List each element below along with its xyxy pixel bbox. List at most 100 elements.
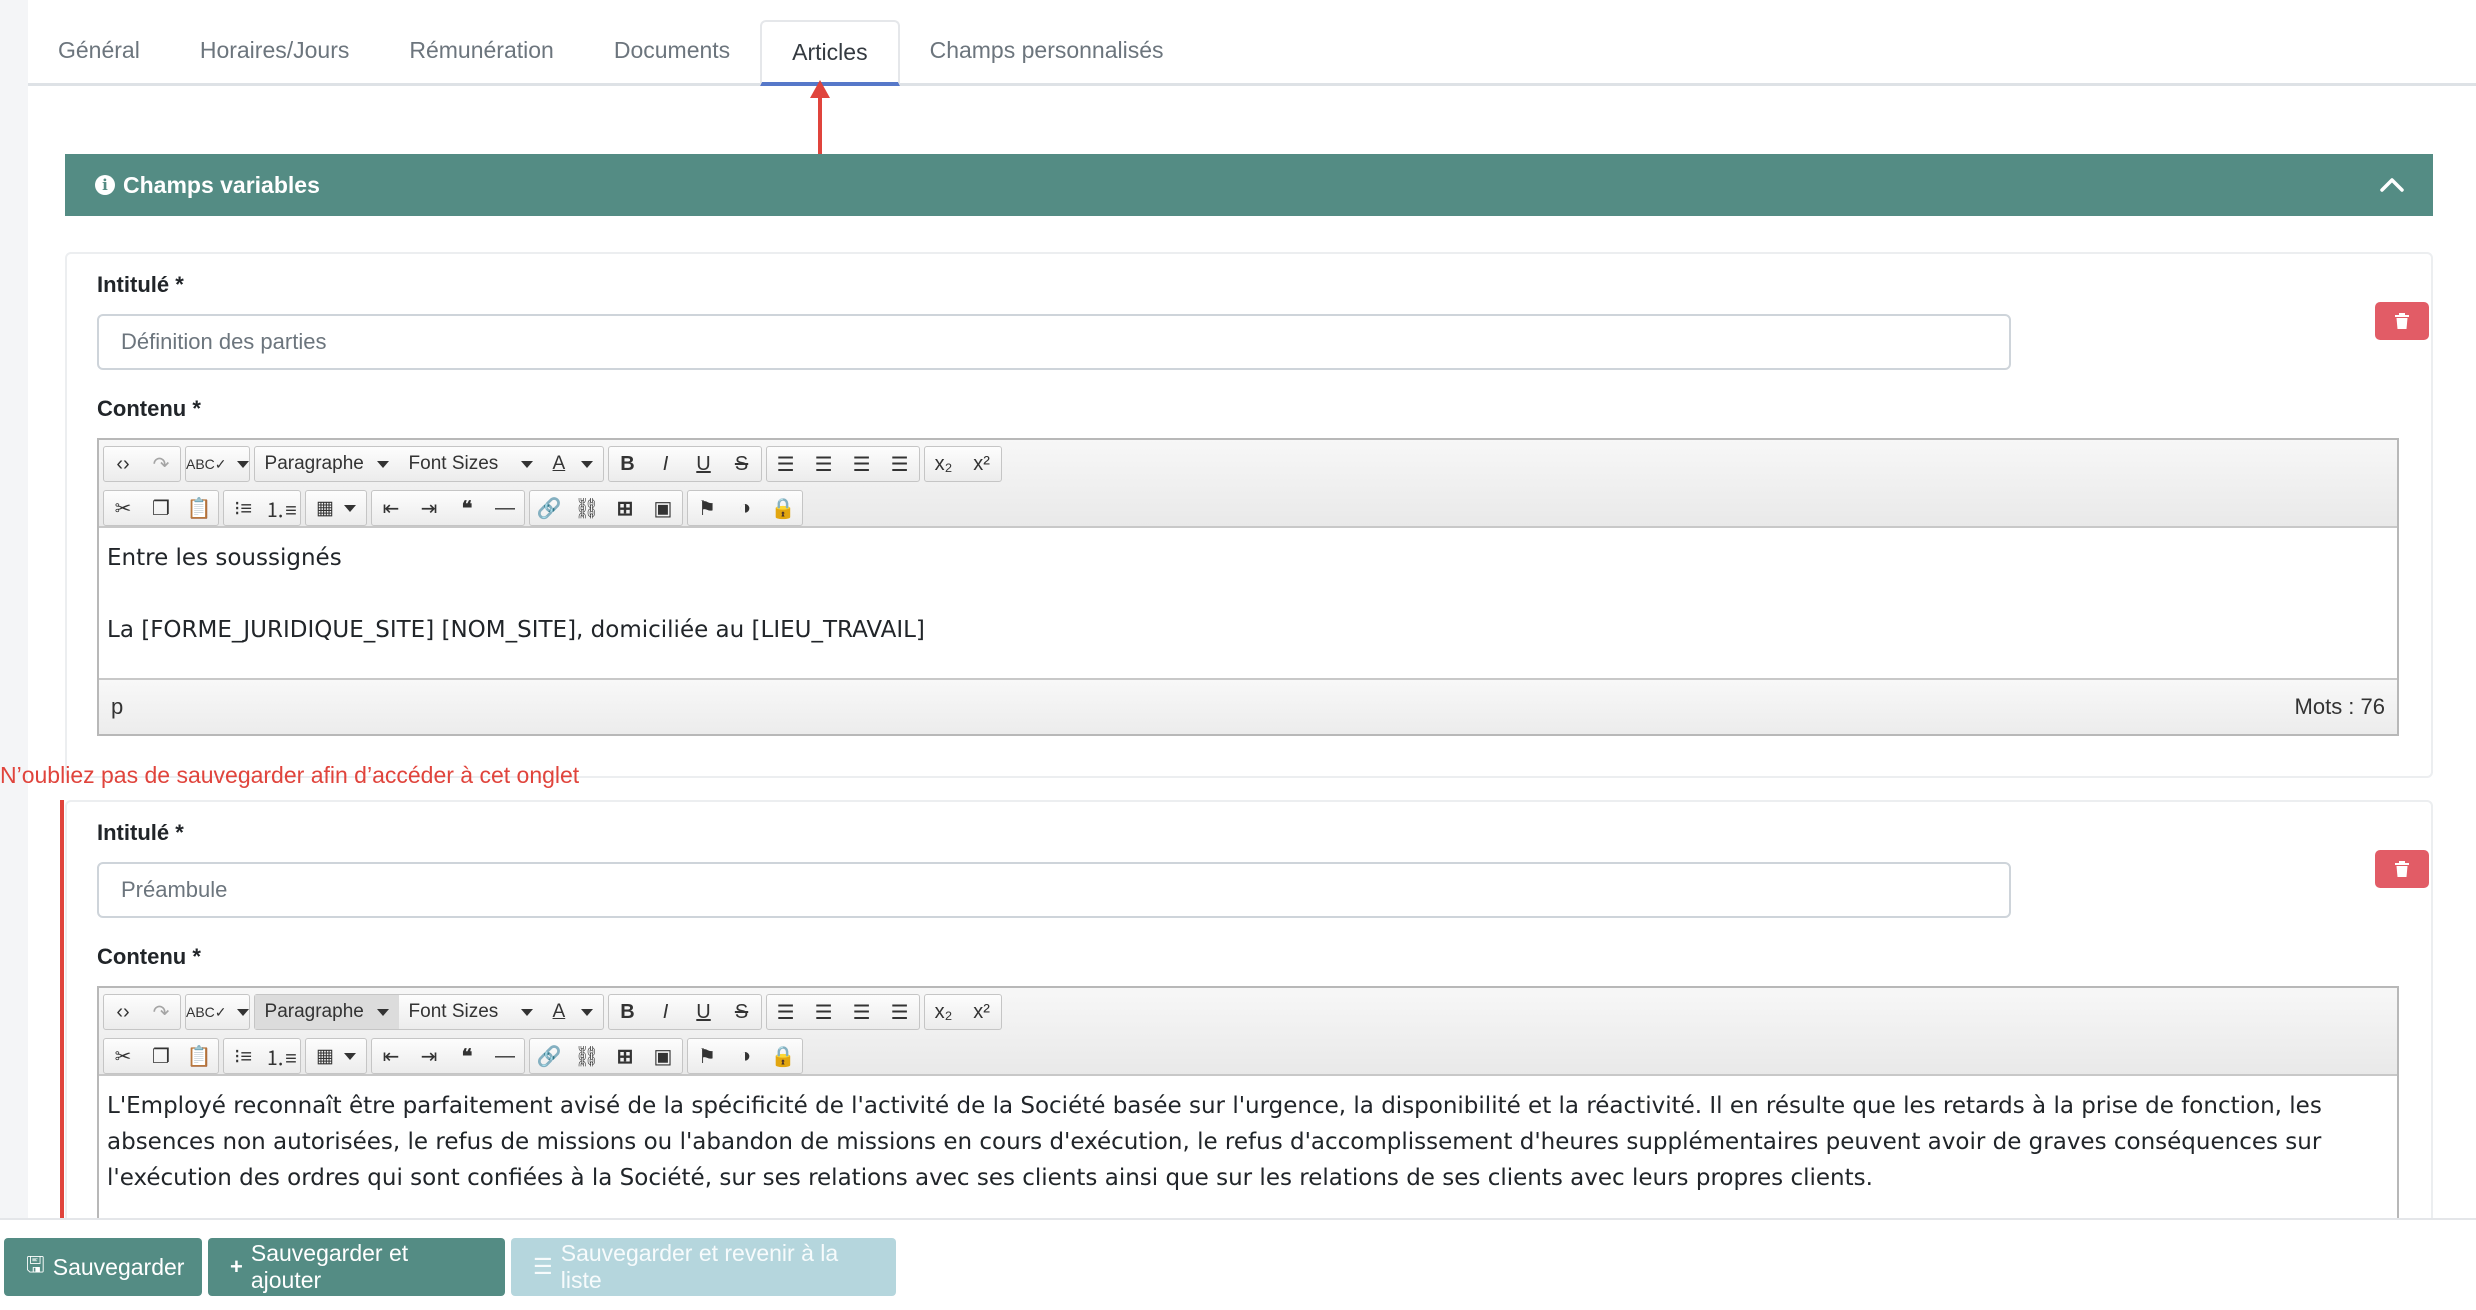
- cut-icon[interactable]: ✂: [104, 491, 142, 525]
- lock-icon[interactable]: 🔒: [764, 1039, 802, 1073]
- content-label: Contenu *: [97, 396, 201, 421]
- content-label: Contenu *: [97, 944, 201, 969]
- paste-icon[interactable]: 📋: [180, 491, 218, 525]
- trash-icon: [2395, 313, 2409, 329]
- paragraph: Entre les soussignés: [107, 545, 342, 571]
- bullet-list-icon[interactable]: ⁝≡: [224, 491, 262, 525]
- spellcheck-icon[interactable]: ABC✓: [186, 995, 249, 1029]
- link-icon[interactable]: 🔗: [530, 491, 568, 525]
- title-input-1[interactable]: [97, 314, 2011, 370]
- editor-statusbar: p Mots : 76: [99, 678, 2397, 734]
- chevron-up-icon[interactable]: [2379, 172, 2405, 198]
- numbered-list-icon[interactable]: ⒈≡: [262, 1039, 300, 1073]
- annotation-note: N’oubliez pas de sauvegarder afin d’accé…: [0, 762, 580, 788]
- section-champs-variables[interactable]: i Champs variables: [65, 154, 2433, 216]
- tab-general[interactable]: Général: [28, 20, 170, 86]
- trash-icon: [2395, 861, 2409, 877]
- image-icon[interactable]: ▣: [644, 491, 682, 525]
- blockquote-icon[interactable]: ❝: [448, 1039, 486, 1073]
- title-label: Intitulé *: [97, 272, 184, 297]
- unlink-icon[interactable]: ⛓: [568, 1039, 606, 1073]
- save-and-back-button[interactable]: ☰ Sauvegarder et revenir à la liste: [511, 1238, 896, 1296]
- text-color-icon[interactable]: A: [543, 447, 603, 481]
- flag-icon[interactable]: ⚑: [688, 491, 726, 525]
- bullet-list-icon[interactable]: ⁝≡: [224, 1039, 262, 1073]
- blockquote-icon[interactable]: ❝: [448, 491, 486, 525]
- redo-icon[interactable]: ↷: [142, 995, 180, 1029]
- horizontal-rule-icon[interactable]: —: [486, 491, 524, 525]
- element-path[interactable]: p: [111, 694, 123, 720]
- tab-documents[interactable]: Documents: [584, 20, 760, 86]
- align-right-icon[interactable]: ☰: [843, 995, 881, 1029]
- delete-article-button-2[interactable]: [2375, 850, 2429, 888]
- contrast-icon[interactable]: ◑: [726, 1039, 764, 1073]
- bold-icon[interactable]: B: [609, 447, 647, 481]
- contrast-icon[interactable]: ◑: [726, 491, 764, 525]
- numbered-list-icon[interactable]: ⒈≡: [262, 491, 300, 525]
- unlink-icon[interactable]: ⛓: [568, 491, 606, 525]
- indent-icon[interactable]: ⇥: [410, 491, 448, 525]
- tab-remuneration[interactable]: Rémunération: [379, 20, 583, 86]
- align-justify-icon[interactable]: ☰: [881, 447, 919, 481]
- bold-icon[interactable]: B: [609, 995, 647, 1029]
- flag-icon[interactable]: ⚑: [688, 1039, 726, 1073]
- save-and-add-button[interactable]: + Sauvegarder et ajouter: [208, 1238, 505, 1296]
- paragraph: L'Employé reconnaît être parfaitement av…: [107, 1093, 2322, 1191]
- copy-icon[interactable]: ❐: [142, 1039, 180, 1073]
- format-select[interactable]: Paragraphe: [255, 447, 399, 481]
- font-size-select[interactable]: Font Sizes: [399, 995, 543, 1029]
- tab-articles[interactable]: Articles: [760, 20, 900, 86]
- editor-content-1[interactable]: Entre les soussignés La [FORME_JURIDIQUE…: [99, 528, 2397, 678]
- superscript-icon[interactable]: x²: [963, 447, 1001, 481]
- format-select[interactable]: Paragraphe: [254, 995, 399, 1029]
- form-page: Général Horaires/Jours Rémunération Docu…: [28, 0, 2476, 1310]
- cut-icon[interactable]: ✂: [104, 1039, 142, 1073]
- text-color-icon[interactable]: A: [543, 995, 603, 1029]
- align-left-icon[interactable]: ☰: [767, 995, 805, 1029]
- insert-plus-icon[interactable]: ⊞: [606, 1039, 644, 1073]
- source-code-icon[interactable]: ‹›: [104, 995, 142, 1029]
- copy-icon[interactable]: ❐: [142, 491, 180, 525]
- italic-icon[interactable]: I: [647, 447, 685, 481]
- source-code-icon[interactable]: ‹›: [104, 447, 142, 481]
- outdent-icon[interactable]: ⇤: [372, 1039, 410, 1073]
- indent-icon[interactable]: ⇥: [410, 1039, 448, 1073]
- spellcheck-icon[interactable]: ABC✓: [186, 447, 249, 481]
- table-icon[interactable]: ▦: [306, 491, 366, 525]
- tab-champs-personnalises[interactable]: Champs personnalisés: [900, 20, 1194, 86]
- align-center-icon[interactable]: ☰: [805, 447, 843, 481]
- subscript-icon[interactable]: x₂: [925, 995, 963, 1029]
- outdent-icon[interactable]: ⇤: [372, 491, 410, 525]
- title-input-2[interactable]: [97, 862, 2011, 918]
- lock-icon[interactable]: 🔒: [764, 491, 802, 525]
- image-icon[interactable]: ▣: [644, 1039, 682, 1073]
- insert-plus-icon[interactable]: ⊞: [606, 491, 644, 525]
- align-justify-icon[interactable]: ☰: [881, 995, 919, 1029]
- paste-icon[interactable]: 📋: [180, 1039, 218, 1073]
- underline-icon[interactable]: U: [685, 995, 723, 1029]
- underline-icon[interactable]: U: [685, 447, 723, 481]
- strikethrough-icon[interactable]: S: [723, 995, 761, 1029]
- italic-icon[interactable]: I: [647, 995, 685, 1029]
- delete-article-button-1[interactable]: [2375, 302, 2429, 340]
- table-icon[interactable]: ▦: [306, 1039, 366, 1073]
- align-left-icon[interactable]: ☰: [767, 447, 805, 481]
- rich-text-editor-1: ‹› ↷ ABC✓ Paragraphe Font Sizes A BIUS ☰ ☰…: [97, 438, 2399, 736]
- editor-toolbar: ‹› ↷ ABC✓ Paragraphe Font Sizes A BIUS ☰ ☰…: [99, 440, 2397, 528]
- section-title: Champs variables: [123, 171, 320, 198]
- align-center-icon[interactable]: ☰: [805, 995, 843, 1029]
- save-button[interactable]: 🖫 Sauvegarder: [4, 1238, 202, 1296]
- floppy-disk-icon: 🖫: [26, 1252, 45, 1277]
- subscript-icon[interactable]: x₂: [925, 447, 963, 481]
- list-icon: ☰: [533, 1254, 553, 1279]
- link-icon[interactable]: 🔗: [530, 1039, 568, 1073]
- horizontal-rule-icon[interactable]: —: [486, 1039, 524, 1073]
- title-label: Intitulé *: [97, 820, 184, 845]
- info-icon: i: [95, 175, 115, 195]
- tab-horaires[interactable]: Horaires/Jours: [170, 20, 380, 86]
- font-size-select[interactable]: Font Sizes: [399, 447, 543, 481]
- align-right-icon[interactable]: ☰: [843, 447, 881, 481]
- strikethrough-icon[interactable]: S: [723, 447, 761, 481]
- redo-icon[interactable]: ↷: [142, 447, 180, 481]
- superscript-icon[interactable]: x²: [963, 995, 1001, 1029]
